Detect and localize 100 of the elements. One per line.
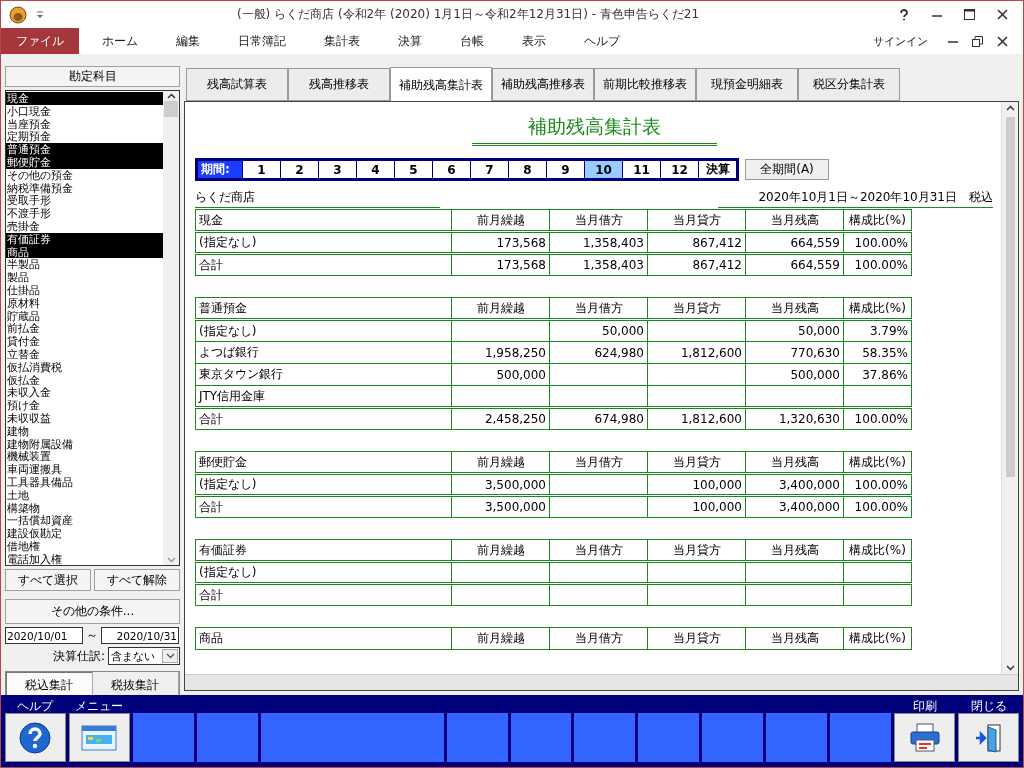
table-cell: (指定なし) xyxy=(195,231,452,254)
period-button[interactable]: 10 xyxy=(585,161,622,178)
menu-item[interactable]: ホーム xyxy=(87,28,153,54)
period-button[interactable]: 8 xyxy=(509,161,546,178)
table-cell: 3.79% xyxy=(843,319,912,342)
field-label: 決算仕訳: xyxy=(52,647,105,665)
period-button[interactable]: 決算 xyxy=(699,161,736,178)
menu-item[interactable]: 編集 xyxy=(161,28,215,54)
scroll-thumb[interactable] xyxy=(164,101,178,117)
report-title: 補助残高集計表 xyxy=(471,114,717,146)
table-cell: (指定なし) xyxy=(195,319,452,342)
clear-all-button[interactable]: すべて解除 xyxy=(94,569,180,591)
close-icon xyxy=(997,35,1008,47)
scroll-up-icon xyxy=(1005,105,1015,111)
total-cell: 100.00% xyxy=(843,495,912,518)
column-header: 普通預金 xyxy=(195,297,452,320)
total-cell: 合計 xyxy=(195,253,452,276)
caret-icon xyxy=(165,653,175,659)
column-header: 構成比(%) xyxy=(843,209,912,232)
horizontal-scrollbar[interactable] xyxy=(185,674,1018,690)
period-button[interactable]: 9 xyxy=(547,161,584,178)
scroll-down-icon xyxy=(166,557,176,563)
report-tab[interactable]: 残高推移表 xyxy=(288,68,390,101)
close-icon xyxy=(997,9,1008,20)
column-header: 当月貸方 xyxy=(647,451,746,474)
menu-item[interactable]: 台帳 xyxy=(445,28,499,54)
period-button[interactable]: 4 xyxy=(357,161,394,178)
period-button[interactable]: 3 xyxy=(319,161,356,178)
column-header: 当月借方 xyxy=(549,451,648,474)
help-icon xyxy=(18,720,53,755)
table-cell: 100.00% xyxy=(843,473,912,496)
column-header: 当月貸方 xyxy=(647,539,746,562)
end-date-field[interactable]: 2020/10/31 xyxy=(101,627,179,644)
column-header: 当月借方 xyxy=(549,209,648,232)
menu-item[interactable]: 決算 xyxy=(383,28,437,54)
report-tab[interactable]: 残高試算表 xyxy=(186,68,288,101)
total-cell: 3,500,000 xyxy=(451,495,550,518)
company-name: らくだ商店 xyxy=(195,189,440,208)
date-range: 2020年10月1日～2020年10月31日 税込 xyxy=(718,189,993,208)
other-conditions-button[interactable]: その他の条件... xyxy=(5,599,180,624)
total-cell: 100.00% xyxy=(843,407,912,430)
report-tab[interactable]: 税区分集計表 xyxy=(798,68,900,101)
table-cell: 50,000 xyxy=(745,319,844,342)
scrollbar[interactable] xyxy=(163,91,179,565)
account-item[interactable]: 現金 xyxy=(6,92,163,105)
report-tab[interactable]: 前期比較推移表 xyxy=(594,68,696,101)
column-header: 郵便貯金 xyxy=(195,451,452,474)
table-cell: 50,000 xyxy=(549,319,648,342)
period-button[interactable]: 11 xyxy=(623,161,660,178)
column-header: 前月繰越 xyxy=(451,297,550,320)
column-header: 現金 xyxy=(195,209,452,232)
account-item[interactable]: 普通預金 xyxy=(6,143,163,156)
quick-access-caret-icon xyxy=(35,9,45,20)
sign-in-link[interactable]: サインイン xyxy=(867,32,934,50)
menu-item[interactable]: 集計表 xyxy=(309,28,375,54)
column-header: 有価証券 xyxy=(195,539,452,562)
total-cell: 合計 xyxy=(195,495,452,518)
column-header: 当月残高 xyxy=(745,297,844,320)
window-icon xyxy=(80,722,119,753)
total-cell: 合計 xyxy=(195,583,452,606)
scroll-thumb[interactable] xyxy=(1005,117,1015,477)
table-cell: よつば銀行 xyxy=(195,341,452,364)
column-header: 前月繰越 xyxy=(451,451,550,474)
all-periods-button[interactable]: 全期間(A) xyxy=(745,159,829,180)
range-separator: ～ xyxy=(86,627,98,644)
period-button[interactable]: 6 xyxy=(433,161,470,178)
menu-item[interactable]: ヘルプ xyxy=(569,28,635,54)
menu-item[interactable]: ファイル xyxy=(1,28,79,54)
report-tab[interactable]: 現預金明細表 xyxy=(696,68,798,101)
table-cell: JTY信用金庫 xyxy=(195,385,452,408)
period-label: 期間: xyxy=(198,161,242,178)
list-header[interactable]: 勘定科目 xyxy=(5,66,180,87)
table-cell: 37.86% xyxy=(843,363,912,386)
maximize-icon xyxy=(964,9,975,20)
column-header: 当月借方 xyxy=(549,297,648,320)
period-button[interactable]: 12 xyxy=(661,161,698,178)
period-button[interactable]: 7 xyxy=(471,161,508,178)
table-cell: 867,412 xyxy=(647,231,746,254)
menu-item[interactable]: 日常簿記 xyxy=(223,28,301,54)
period-button[interactable]: 5 xyxy=(395,161,432,178)
column-header: 当月残高 xyxy=(745,627,844,650)
menu-item[interactable]: 表示 xyxy=(507,28,561,54)
table-cell: 3,400,000 xyxy=(745,473,844,496)
report-tab[interactable]: 補助残高推移表 xyxy=(492,68,594,101)
scrollbar[interactable] xyxy=(1001,102,1018,674)
total-cell: 100,000 xyxy=(647,495,746,518)
period-button[interactable]: 2 xyxy=(281,161,318,178)
closing-entries-dropdown[interactable]: 含まない xyxy=(108,647,180,665)
column-header: 当月残高 xyxy=(745,451,844,474)
table-cell: 1,958,250 xyxy=(451,341,550,364)
report-tab[interactable]: 補助残高集計表 xyxy=(390,67,492,102)
table-cell: 58.35% xyxy=(843,341,912,364)
select-all-button[interactable]: すべて選択 xyxy=(5,569,91,591)
period-button[interactable]: 1 xyxy=(243,161,280,178)
column-header: 構成比(%) xyxy=(843,627,912,650)
start-date-field[interactable]: 2020/10/01 xyxy=(5,627,83,644)
function-key[interactable] xyxy=(510,713,572,762)
tax-mode-tab[interactable]: 税込集計 xyxy=(6,672,93,698)
column-header: 当月残高 xyxy=(745,209,844,232)
table-cell: 500,000 xyxy=(451,363,550,386)
